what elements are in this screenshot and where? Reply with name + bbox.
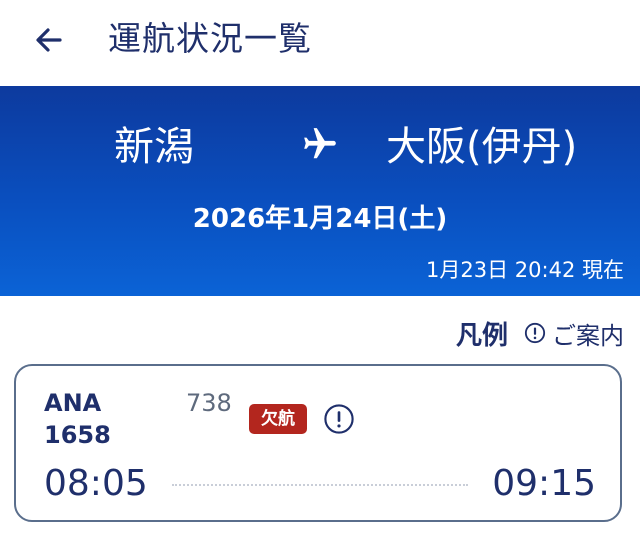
airline-code: ANA xyxy=(44,389,102,417)
app-bar: 運航状況一覧 xyxy=(0,0,640,86)
page-title: 運航状況一覧 xyxy=(108,19,312,58)
origin-airport: 新潟 xyxy=(114,124,194,170)
status-badge: 欠航 xyxy=(249,404,307,434)
legend-row: 凡例 ご案内 xyxy=(456,315,624,352)
aircraft-type: 738 xyxy=(186,389,232,417)
route-divider xyxy=(172,484,468,486)
flight-date: 2026年1月24日(土) xyxy=(192,204,448,234)
legend-link[interactable]: 凡例 xyxy=(456,315,508,352)
info-icon xyxy=(524,322,546,344)
flight-info-button[interactable] xyxy=(323,403,355,435)
arrival-time: 09:15 xyxy=(492,463,596,504)
destination-airport: 大阪(伊丹) xyxy=(386,124,578,170)
route-header: 新潟 大阪(伊丹) 2026年1月24日(土) 1月23日 20:42 現在 xyxy=(0,86,640,296)
info-icon xyxy=(324,404,354,434)
guide-link[interactable]: ご案内 xyxy=(524,316,624,351)
departure-time: 08:05 xyxy=(44,463,148,504)
guide-label: ご案内 xyxy=(552,321,624,350)
airplane-icon xyxy=(304,128,336,159)
back-button[interactable] xyxy=(30,20,70,60)
flight-number: 1658 xyxy=(44,421,111,449)
arrow-left-icon xyxy=(36,28,62,52)
updated-timestamp: 1月23日 20:42 現在 xyxy=(426,258,624,282)
flight-card[interactable]: ANA 1658 738 欠航 08:05 09:15 xyxy=(14,364,622,522)
